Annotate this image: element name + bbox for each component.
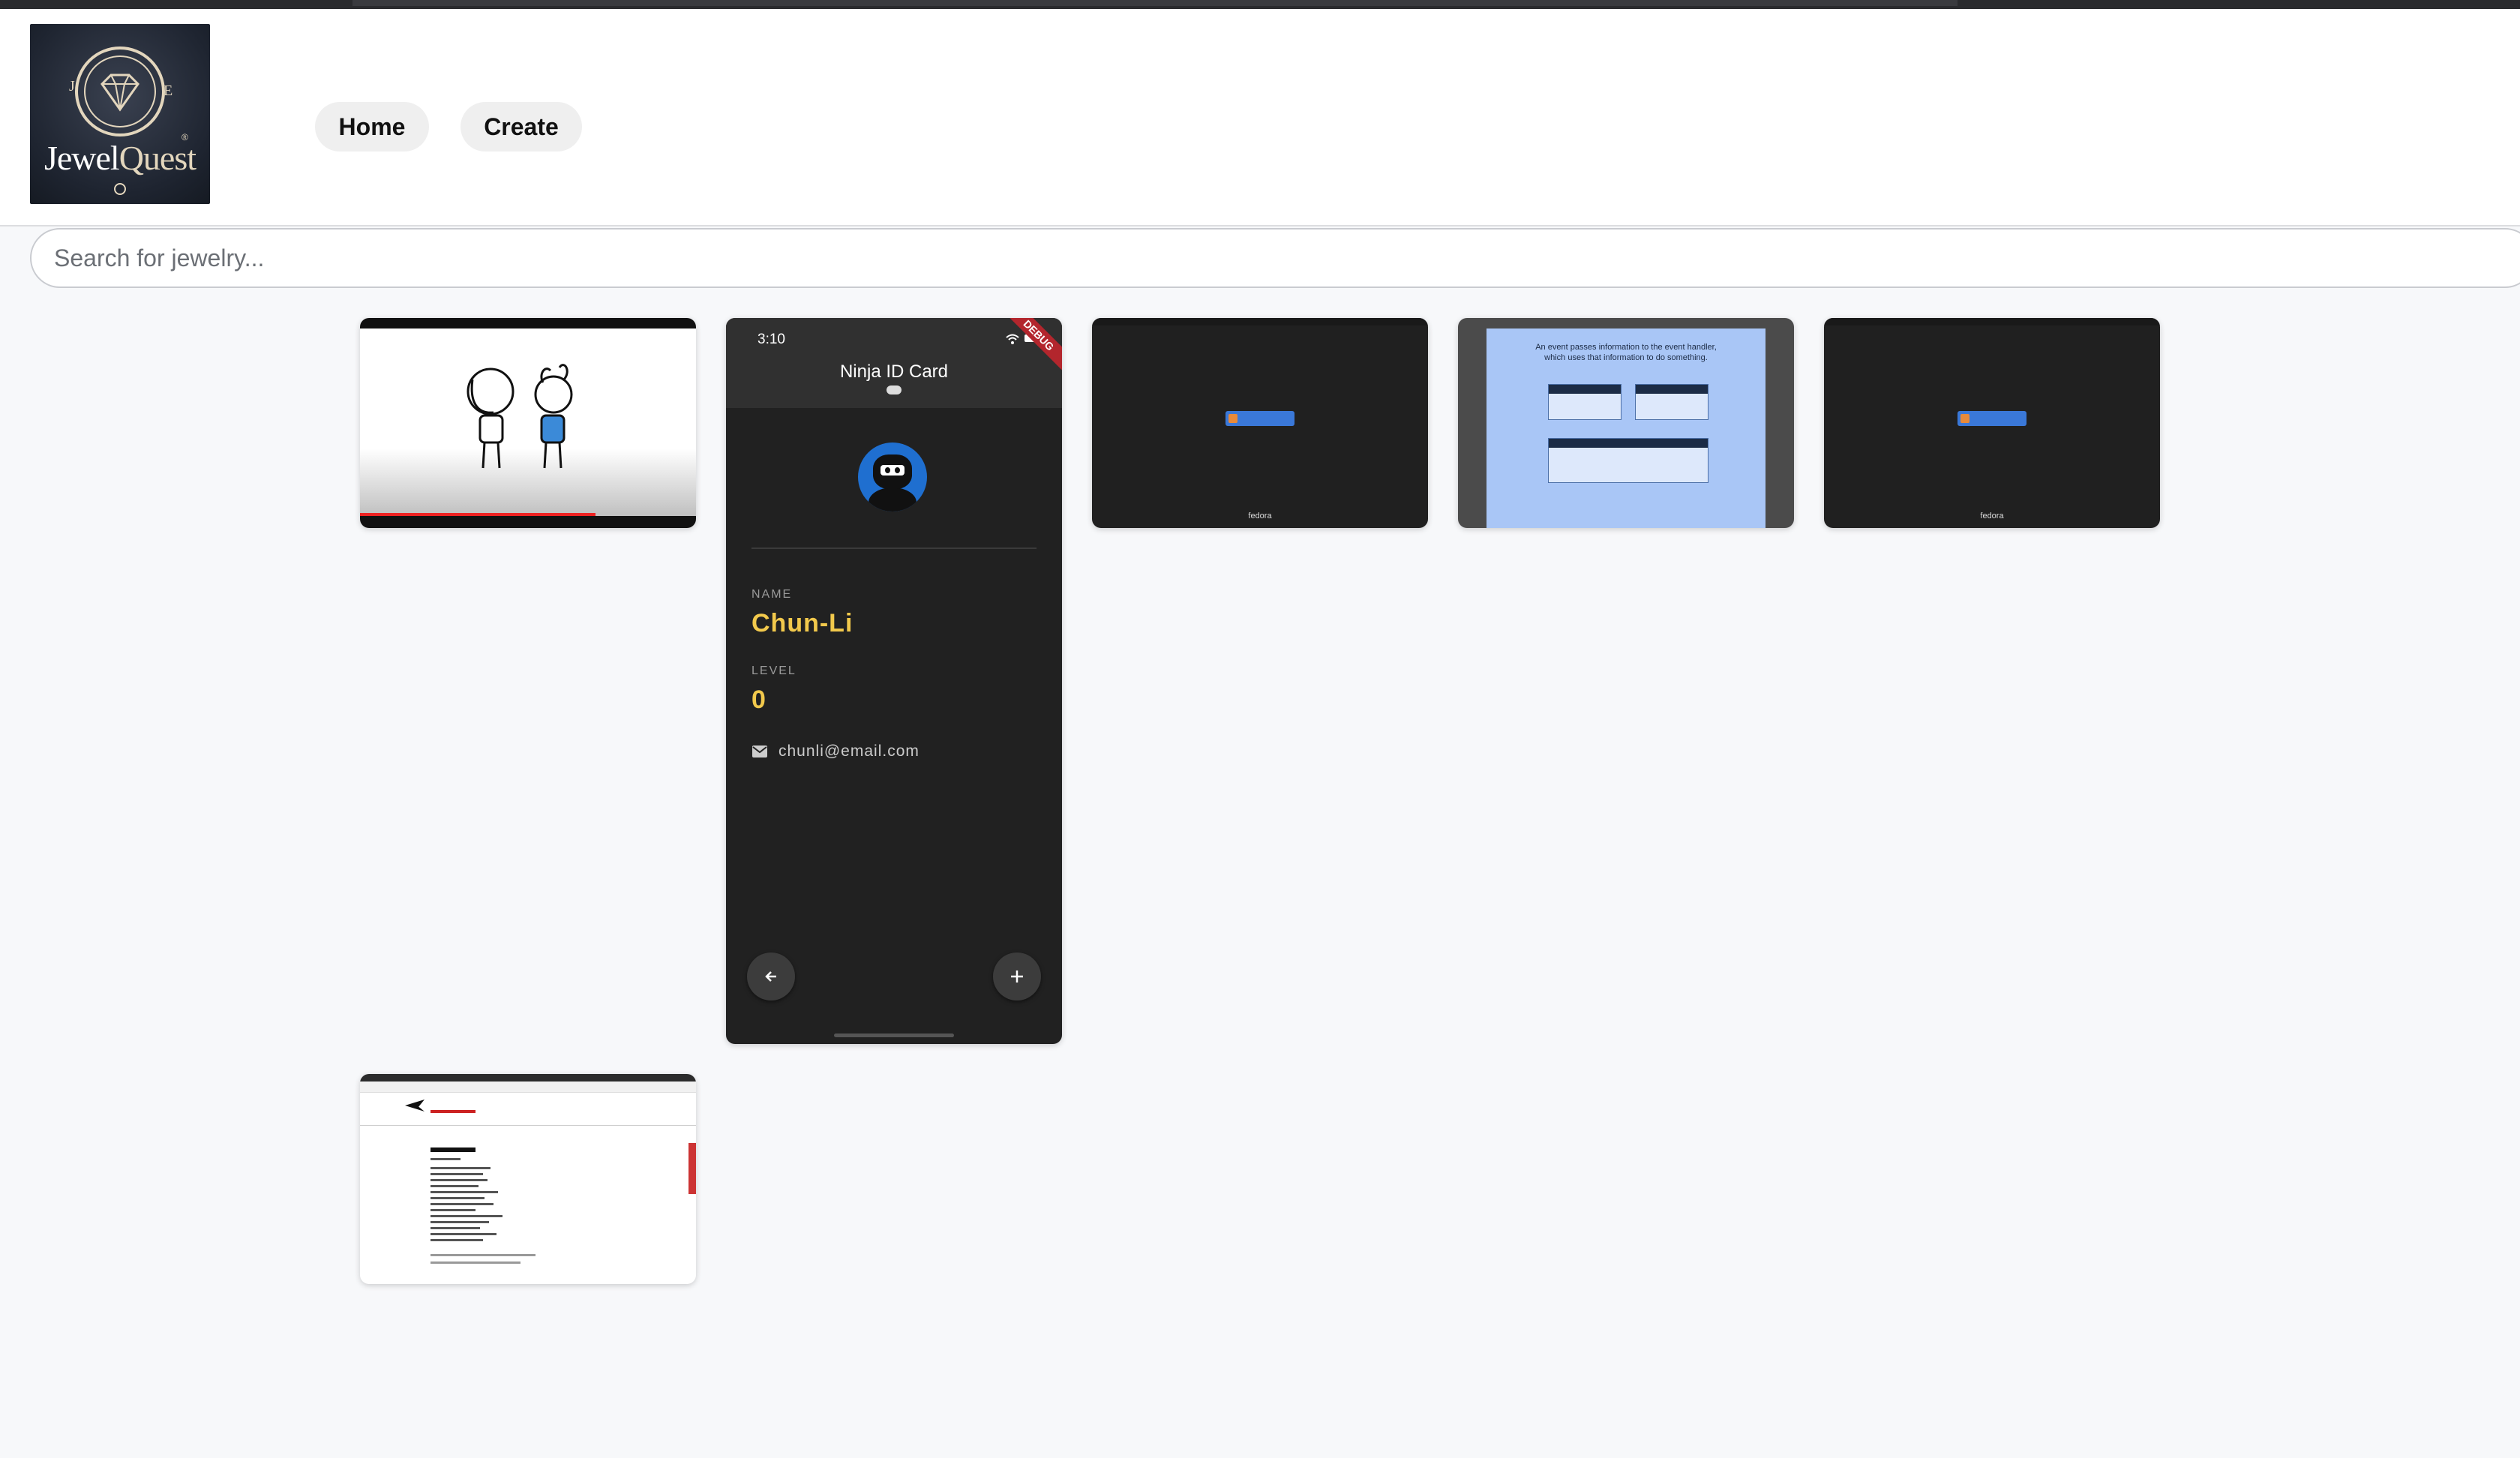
search-input[interactable] <box>30 228 2520 288</box>
video-controls <box>360 516 696 528</box>
gallery-card-desktop-1[interactable]: fedora <box>1092 318 1428 528</box>
jewelquest-logo[interactable]: J E JewelQuest ® <box>30 24 210 204</box>
bird-logo-icon <box>405 1100 424 1112</box>
window-thumbnail <box>1958 411 2026 426</box>
site-header: J E JewelQuest ® Home Create <box>0 9 2520 226</box>
email-row: chunli@email.com <box>752 742 920 760</box>
back-arrow-button[interactable] <box>747 952 795 1000</box>
level-label: LEVEL <box>752 664 796 677</box>
fedora-label: fedora <box>1980 512 2004 520</box>
nav-create-button[interactable]: Create <box>460 102 582 152</box>
wifi-icon <box>1006 334 1019 344</box>
gallery-card-ninja-id[interactable]: 3:10 Ninja ID Card DEBUG NAME Chun-Li LE… <box>726 318 1062 1044</box>
divider <box>752 548 1036 549</box>
logo-wordmark: JewelQuest <box>44 139 196 177</box>
mask-icon <box>886 386 902 394</box>
gallery-card-event-slide[interactable]: An event passes information to the event… <box>1458 318 1794 528</box>
ninja-avatar <box>858 442 927 512</box>
gallery-card-desktop-2[interactable]: fedora <box>1824 318 2160 528</box>
email-icon <box>752 746 767 758</box>
app-bar: 3:10 Ninja ID Card DEBUG <box>726 318 1062 408</box>
add-button[interactable] <box>993 952 1041 1000</box>
email-text: chunli@email.com <box>778 742 920 760</box>
nav-home-button[interactable]: Home <box>315 102 429 152</box>
arrow-left-icon <box>765 971 776 982</box>
diamond-icon <box>100 74 140 112</box>
slide: An event passes information to the event… <box>1486 328 1766 528</box>
fedora-label: fedora <box>1248 512 1272 520</box>
name-label: NAME <box>752 588 793 601</box>
app-title: Ninja ID Card <box>839 362 949 382</box>
gallery-card-cartoon-video[interactable] <box>360 318 696 528</box>
level-value: 0 <box>752 686 766 714</box>
name-value: Chun-Li <box>752 609 854 638</box>
home-indicator <box>834 1034 954 1037</box>
gallery-card-webpage[interactable] <box>360 1074 696 1284</box>
plus-icon <box>1011 970 1023 982</box>
window-thumbnail <box>1226 411 1294 426</box>
cartoon-characters-illustration <box>466 364 573 469</box>
browser-top-strip <box>0 0 2520 9</box>
